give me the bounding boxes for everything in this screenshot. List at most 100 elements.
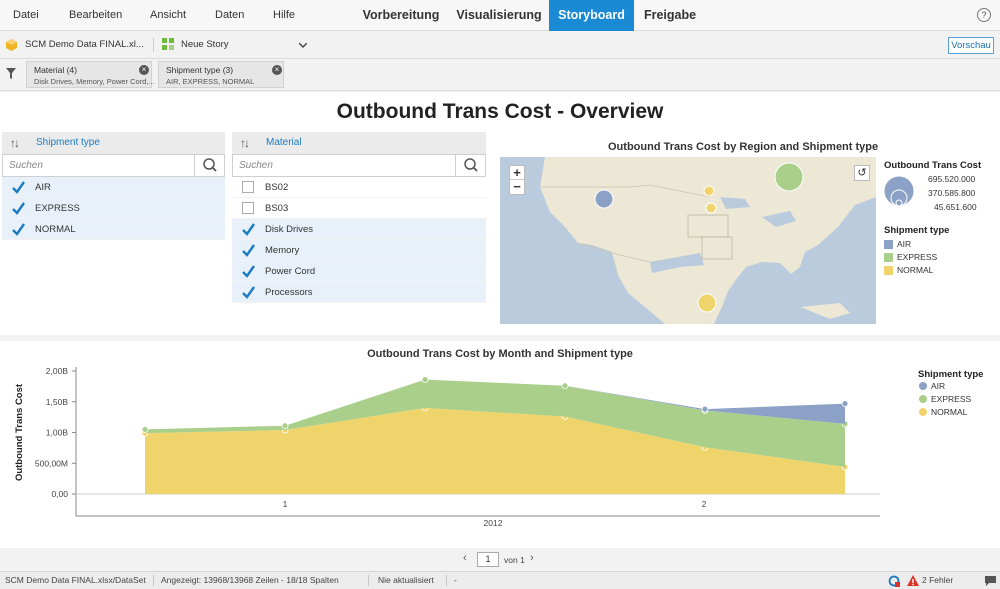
- filter-item-label: NORMAL: [35, 224, 76, 235]
- sort-icon[interactable]: ↑↓: [240, 136, 250, 150]
- checkbox[interactable]: [242, 181, 254, 193]
- y-tick-label: 0,00: [51, 489, 68, 499]
- refresh-icon[interactable]: [888, 575, 900, 587]
- area-chart[interactable]: 0,00500,00M1,00B1,50B2,00BOutbound Trans…: [0, 341, 1000, 548]
- map-widget: Outbound Trans Cost by Region and Shipme…: [496, 132, 996, 328]
- status-dataset: SCM Demo Data FINAL.xlsx/DataSet: [5, 575, 146, 585]
- checkbox-checked-icon[interactable]: [12, 223, 25, 236]
- status-rows: Angezeigt: 13968/13968 Zeilen - 18/18 Sp…: [161, 575, 339, 585]
- filter-item[interactable]: BS02: [232, 177, 486, 198]
- prev-page-icon[interactable]: ‹: [463, 552, 467, 564]
- tab-vorbereitung[interactable]: Vorbereitung: [357, 0, 445, 31]
- checkbox[interactable]: [242, 202, 254, 214]
- tab-visualisierung[interactable]: Visualisierung: [452, 0, 546, 31]
- shipment-type-filter: ↑↓ Shipment type Suchen AIR EXPRESS NORMAL: [2, 132, 225, 240]
- checkbox-checked-icon[interactable]: [242, 265, 255, 278]
- page-input[interactable]: 1: [477, 552, 499, 567]
- map-bubbles[interactable]: [500, 157, 876, 324]
- filter-panel-header: ↑↓ Material: [232, 132, 486, 154]
- filter-item[interactable]: NORMAL: [2, 219, 225, 240]
- filter-item-label: Memory: [265, 245, 300, 256]
- sort-icon[interactable]: ↑↓: [10, 136, 20, 150]
- toolbar: SCM Demo Data FINAL.xl... Neue Story Vor…: [0, 31, 1000, 59]
- story-name[interactable]: Neue Story: [181, 39, 229, 50]
- y-axis-title: Outbound Trans Cost: [14, 383, 25, 481]
- data-point-express[interactable]: [281, 422, 289, 430]
- search-input[interactable]: Suchen: [239, 160, 273, 171]
- menu-bearbeiten[interactable]: Bearbeiten: [69, 0, 122, 31]
- filter-icon[interactable]: [6, 68, 16, 79]
- data-point-express[interactable]: [561, 382, 569, 390]
- zoom-out-button[interactable]: −: [510, 180, 524, 194]
- reset-view-button[interactable]: ↺: [854, 165, 870, 181]
- checkbox-checked-icon[interactable]: [12, 202, 25, 215]
- page-title: Outbound Trans Cost - Overview: [336, 100, 664, 123]
- tab-storyboard[interactable]: Storyboard: [549, 0, 634, 37]
- filter-item[interactable]: EXPRESS: [2, 198, 225, 219]
- data-point-air[interactable]: [701, 405, 709, 413]
- checkbox-checked-icon[interactable]: [242, 286, 255, 299]
- search-button[interactable]: [194, 155, 224, 176]
- search-field[interactable]: Suchen: [232, 154, 486, 177]
- data-point-express[interactable]: [141, 426, 149, 433]
- filter-item[interactable]: Power Cord: [232, 261, 486, 282]
- legend-swatch-air: [884, 240, 893, 249]
- map-bubble-normal[interactable]: [703, 185, 715, 197]
- close-icon[interactable]: ×: [272, 65, 282, 75]
- filter-item[interactable]: Processors: [232, 282, 486, 303]
- menu-datei[interactable]: Datei: [13, 0, 39, 31]
- filter-item[interactable]: BS03: [232, 198, 486, 219]
- dataset-name[interactable]: SCM Demo Data FINAL.xl...: [25, 39, 144, 50]
- map-bubble-express[interactable]: [774, 162, 804, 192]
- filter-item-list: BS02 BS03 Disk Drives Memory Power Cord Proce…: [232, 177, 486, 303]
- search-input[interactable]: Suchen: [9, 160, 43, 171]
- filter-item-label: BS02: [265, 182, 289, 193]
- menu-hilfe[interactable]: Hilfe: [273, 0, 295, 31]
- status-bar: SCM Demo Data FINAL.xlsx/DataSet Angezei…: [0, 571, 1000, 589]
- search-field[interactable]: Suchen: [2, 154, 225, 177]
- map-bubble-normal[interactable]: [697, 293, 717, 313]
- filter-item[interactable]: Memory: [232, 240, 486, 261]
- filter-chip-shipment-type[interactable]: Shipment type (3) AIR, EXPRESS, NORMAL ×: [158, 61, 284, 88]
- material-filter: ↑↓ Material Suchen BS02 BS03 Disk Drives Me…: [232, 132, 486, 303]
- data-point-air[interactable]: [841, 400, 849, 407]
- zoom-in-button[interactable]: +: [510, 166, 524, 180]
- y-tick-label: 2,00B: [46, 366, 69, 376]
- search-icon: [203, 158, 217, 172]
- legend-marker-express: [919, 395, 927, 403]
- size-legend-value: 370.585.800: [928, 188, 976, 198]
- close-icon[interactable]: ×: [139, 65, 149, 75]
- data-point-express[interactable]: [421, 376, 429, 384]
- legend-label: AIR: [897, 239, 912, 249]
- color-legend-title: Shipment type: [884, 225, 950, 236]
- legend-marker-normal: [919, 408, 927, 416]
- filter-item[interactable]: AIR: [2, 177, 225, 198]
- error-icon[interactable]: [907, 575, 919, 587]
- preview-button[interactable]: Vorschau: [948, 37, 994, 54]
- tab-freigabe[interactable]: Freigabe: [638, 0, 702, 31]
- filter-chip-values: Disk Drives, Memory, Power Cord,...: [34, 77, 155, 86]
- map-bubble-air[interactable]: [594, 189, 614, 209]
- chevron-down-icon[interactable]: [299, 43, 307, 48]
- map-bubble-normal[interactable]: [705, 202, 717, 214]
- error-count[interactable]: 2 Fehler: [922, 575, 953, 585]
- menu-ansicht[interactable]: Ansicht: [150, 0, 186, 31]
- status-separator: [368, 575, 369, 586]
- filter-chip-material[interactable]: Material (4) Disk Drives, Memory, Power …: [26, 61, 155, 88]
- checkbox-checked-icon[interactable]: [242, 244, 255, 257]
- comment-icon[interactable]: [985, 576, 996, 586]
- menu-daten[interactable]: Daten: [215, 0, 244, 31]
- search-button[interactable]: [455, 155, 485, 176]
- legend-swatch-express: [884, 253, 893, 262]
- story-icon: [162, 38, 174, 50]
- story-canvas: Outbound Trans Cost - Overview ↑↓ Shipme…: [0, 92, 1000, 548]
- next-page-icon[interactable]: ›: [530, 552, 534, 564]
- legend-label: NORMAL: [897, 265, 934, 275]
- help-icon[interactable]: ?: [977, 8, 991, 22]
- filter-item[interactable]: Disk Drives: [232, 219, 486, 240]
- legend-label: EXPRESS: [931, 394, 971, 404]
- checkbox-checked-icon[interactable]: [12, 181, 25, 194]
- geo-map[interactable]: + − ↺: [500, 157, 876, 324]
- x-tick-label: 1: [283, 499, 288, 509]
- checkbox-checked-icon[interactable]: [242, 223, 255, 236]
